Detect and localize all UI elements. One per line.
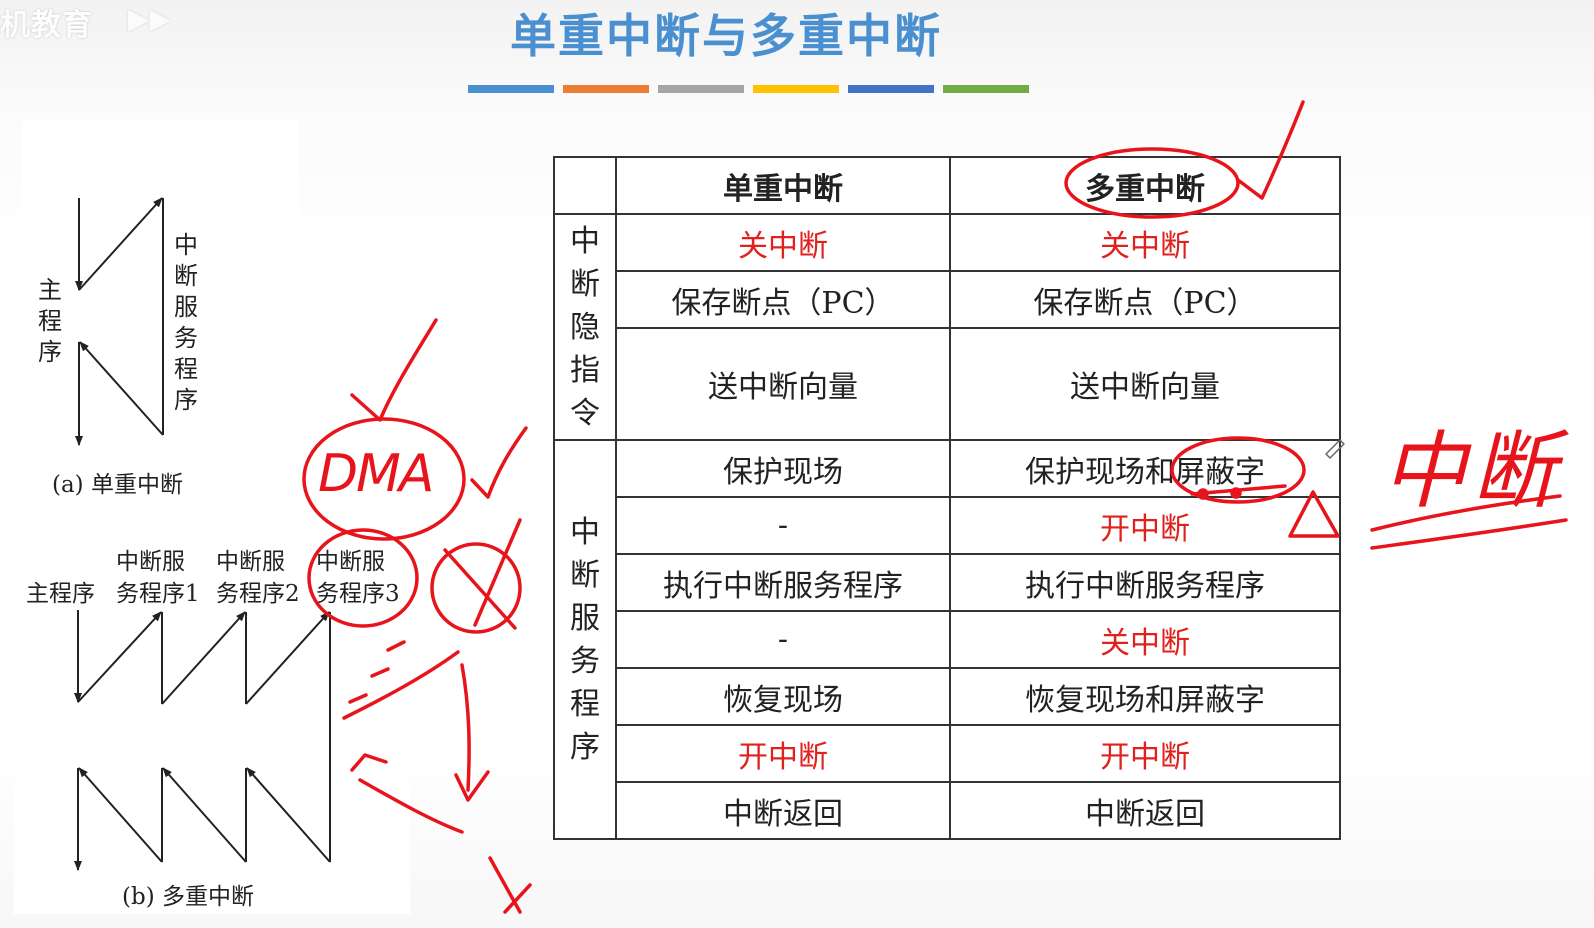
title-bar	[468, 85, 554, 93]
right-handwritten-note: 中断	[1382, 422, 1563, 520]
cell-multi: 关中断	[949, 610, 1341, 669]
annotation-cross	[443, 548, 517, 630]
table-row: - 关中断	[554, 610, 1341, 669]
title-bar	[563, 85, 649, 93]
cell-multi: 保护现场和屏蔽字	[949, 439, 1341, 498]
watermark-play-icon: ▶▶	[128, 2, 172, 35]
nest-arrow	[77, 611, 162, 703]
annotation-check	[350, 318, 438, 422]
cell-multi: 保存断点（PC）	[949, 270, 1341, 329]
cell-single: 中断返回	[615, 781, 951, 840]
cell-single: 开中断	[615, 724, 951, 783]
cell-single: 保护现场	[615, 439, 951, 498]
group-hidden-instruction: 中断隐指令	[553, 213, 617, 441]
cell-single: 执行中断服务程序	[615, 553, 951, 612]
table-row: - 开中断	[554, 496, 1341, 555]
table-row: 中断返回 中断返回	[554, 781, 1341, 840]
figure-b-caption: (b) 多重中断	[122, 884, 254, 910]
figure-single-interrupt: 主程序 中断服务程序 (a) 单重中断	[22, 120, 299, 498]
return-arrow	[78, 767, 163, 863]
nest-arrow	[161, 611, 246, 705]
table-row: 中断服务程序 保护现场 保护现场和屏蔽字	[553, 439, 1341, 840]
title-bar	[753, 85, 839, 93]
cell-single: 恢复现场	[615, 667, 951, 726]
annotation-stroke	[503, 883, 532, 914]
dma-annotation: DMA	[318, 444, 434, 504]
group-hidden-instruction-label: 中断隐指令	[570, 223, 600, 431]
title-bar	[848, 85, 934, 93]
comparison-table: 单重中断 多重中断 中断隐指令 关中断 关中断 保存断点（PC） 保存断点（PC…	[553, 156, 1341, 840]
cell-multi: 执行中断服务程序	[949, 553, 1341, 612]
annotation-cross	[473, 518, 522, 627]
annotation-check	[470, 426, 528, 499]
header-single-interrupt: 单重中断	[615, 156, 951, 215]
single-interrupt-diagram	[75, 197, 164, 446]
title-color-bars	[468, 85, 1029, 93]
cell-multi: 中断返回	[949, 781, 1341, 840]
title-bar	[658, 85, 744, 93]
nest-arrow	[245, 611, 330, 705]
cell-single: 关中断	[615, 213, 951, 272]
return-arrow	[79, 341, 164, 436]
table-row: 执行中断服务程序 执行中断服务程序	[554, 553, 1341, 612]
main-program-label: 主程序	[38, 276, 62, 366]
multi-interrupt-diagram	[74, 610, 331, 871]
cell-multi: 恢复现场和屏蔽字	[949, 667, 1341, 726]
group-service-routine: 中断服务程序	[553, 439, 617, 840]
table-corner-cell	[553, 156, 617, 215]
cell-single: -	[615, 496, 951, 555]
isr-label: 中断服务程序	[174, 231, 198, 414]
page-title: 单重中断与多重中断	[510, 9, 942, 63]
figure-a-caption: (a) 单重中断	[52, 472, 183, 498]
to-isr-arrow	[78, 197, 163, 291]
table-row: 保存断点（PC） 保存断点（PC）	[554, 270, 1341, 329]
cell-multi: 关中断	[949, 213, 1341, 272]
return-arrow	[162, 767, 247, 863]
cell-multi: 送中断向量	[949, 327, 1341, 441]
return-arrow	[246, 767, 331, 863]
cell-single: 保存断点（PC）	[615, 270, 951, 329]
table-row: 恢复现场 恢复现场和屏蔽字	[554, 667, 1341, 726]
title-bar	[943, 85, 1029, 93]
table-row: 送中断向量 送中断向量	[554, 327, 1341, 441]
table-header-row: 单重中断 多重中断	[553, 156, 1341, 215]
annotation-stroke	[488, 856, 522, 914]
annotation-crossed-circle	[430, 542, 522, 634]
table-row: 中断隐指令 关中断 关中断	[553, 213, 1341, 441]
table-row: 开中断 开中断	[554, 724, 1341, 783]
annotation-stroke	[460, 663, 471, 792]
watermark: 机教育	[0, 8, 93, 43]
cell-multi: 开中断	[949, 496, 1341, 555]
annotation-stroke	[454, 770, 490, 802]
figure-multi-interrupt: 主程序 中断服 务程序1 中断服 务程序2 中断服 务程序3 (b) 多重中断	[14, 532, 410, 914]
group-service-routine-label: 中断服务程序	[570, 514, 600, 765]
cell-single: 送中断向量	[615, 327, 951, 441]
cell-multi: 开中断	[949, 724, 1341, 783]
header-multi-interrupt: 多重中断	[949, 156, 1341, 215]
cell-single: -	[615, 610, 951, 669]
